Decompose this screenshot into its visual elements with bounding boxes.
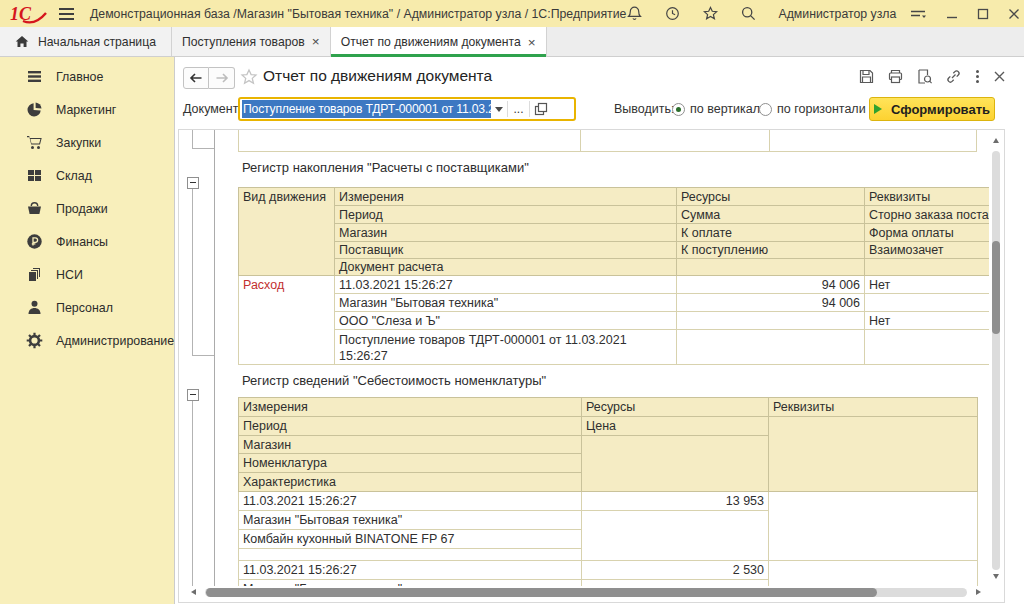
horizontal-scrollbar[interactable] — [179, 586, 989, 599]
vertical-scrollbar[interactable] — [989, 130, 1004, 586]
search-icon[interactable] — [740, 5, 757, 22]
person-icon — [26, 299, 43, 316]
document-value[interactable]: Поступление товаров ТДРТ-000001 от 11.03… — [242, 100, 491, 118]
open-document-icon[interactable] — [530, 102, 552, 116]
sidebar-item-prodazhi[interactable]: Продажи — [0, 192, 174, 225]
sidebar-item-administrirovanie[interactable]: Администрирование — [0, 324, 174, 357]
sidebar: Главное Маркетинг Закупки Склад Продажи … — [0, 57, 175, 604]
forward-button[interactable] — [209, 67, 235, 89]
sidebar-item-marketing[interactable]: Маркетинг — [0, 93, 174, 126]
horizontal-scroll-thumb[interactable] — [206, 588, 877, 597]
register1-table: Вид движения Измерения Ресурсы Реквизиты… — [238, 187, 989, 365]
sidebar-item-nsi[interactable]: НСИ — [0, 258, 174, 291]
register2-table: Измерения Ресурсы Реквизиты Период Цена … — [238, 397, 978, 586]
tab-home[interactable]: Начальная страница — [0, 27, 172, 57]
minimize-button[interactable] — [946, 8, 958, 20]
scroll-right-icon[interactable] — [976, 589, 981, 595]
group-collapse-button[interactable] — [187, 389, 199, 401]
close-form-icon[interactable] — [993, 70, 1006, 83]
radio-horizontal-label[interactable]: по горизонтали — [777, 102, 866, 116]
menu-lines-icon — [26, 68, 43, 85]
history-icon[interactable] — [664, 5, 681, 22]
1c-logo-icon: 1С — [9, 2, 47, 26]
radio-vertical-label[interactable]: по вертикали — [690, 102, 767, 116]
tab-close-icon[interactable]: × — [528, 35, 536, 50]
link-icon[interactable] — [945, 68, 962, 85]
gear-icon — [26, 332, 43, 349]
print-icon[interactable] — [887, 68, 904, 85]
sidebar-item-zakupki[interactable]: Закупки — [0, 126, 174, 159]
sidebar-item-personal[interactable]: Персонал — [0, 291, 174, 324]
sidebar-item-glavnoe[interactable]: Главное — [0, 60, 174, 93]
scroll-up-icon[interactable] — [993, 138, 999, 143]
tab-bar: Начальная страница Поступления товаров ×… — [0, 27, 1024, 57]
generate-button[interactable]: Сформировать — [869, 97, 995, 121]
choose-button[interactable]: ... — [508, 104, 529, 114]
report-cells: Регистр накопления "Расчеты с поставщика… — [179, 130, 989, 586]
form-title: Отчет по движениям документа — [263, 67, 492, 85]
main-menu-icon[interactable] — [59, 8, 74, 20]
service-menu-icon[interactable] — [909, 5, 927, 22]
document-label: Документ: — [183, 102, 242, 116]
document-field[interactable]: Поступление товаров ТДРТ-000001 от 11.03… — [238, 97, 576, 121]
tab-bar-space — [547, 27, 1024, 57]
tab-label: Поступления товаров — [182, 35, 305, 49]
tab-otchet[interactable]: Отчет по движениям документа × — [331, 27, 547, 57]
more-actions-icon[interactable] — [974, 68, 981, 85]
boxes-icon — [26, 167, 43, 184]
group-collapse-button[interactable] — [187, 177, 199, 189]
output-label: Выводить: — [614, 102, 675, 116]
home-icon — [15, 35, 29, 48]
report-viewport: Регистр накопления "Расчеты с поставщика… — [178, 129, 1005, 603]
back-button[interactable] — [183, 67, 209, 89]
play-icon — [874, 104, 882, 114]
radio-vertical[interactable] — [672, 103, 685, 116]
preview-icon[interactable] — [916, 68, 933, 85]
main-area: Отчет по движениям документа — [175, 57, 1024, 604]
scrolled-table-remnant — [238, 130, 977, 152]
sidebar-item-sklad[interactable]: Склад — [0, 159, 174, 192]
favorites-star-icon[interactable] — [702, 5, 719, 22]
books-icon — [26, 266, 43, 283]
window-title: Демонстрационная база /Магазин "Бытовая … — [90, 7, 626, 21]
tab-home-label: Начальная страница — [38, 35, 156, 49]
register1-title: Регистр накопления "Расчеты с поставщика… — [242, 160, 529, 175]
window-titlebar: 1С Демонстрационная база /Магазин "Бытов… — [0, 0, 1024, 27]
vertical-scroll-track[interactable] — [992, 151, 1000, 570]
tab-label: Отчет по движениям документа — [341, 35, 521, 49]
pie-chart-icon — [26, 101, 43, 118]
sidebar-item-finansy[interactable]: Финансы — [0, 225, 174, 258]
vertical-scroll-thumb[interactable] — [992, 241, 1000, 334]
current-user[interactable]: Администратор узла — [778, 7, 896, 21]
tab-postupleniya[interactable]: Поступления товаров × — [172, 27, 331, 57]
shopping-cart-icon — [26, 134, 43, 151]
tab-close-icon[interactable]: × — [312, 34, 320, 49]
scroll-down-icon[interactable] — [993, 574, 999, 579]
basket-icon — [26, 200, 43, 217]
ruble-circle-icon — [26, 233, 43, 250]
save-icon[interactable] — [858, 68, 875, 85]
notifications-bell-icon[interactable] — [626, 5, 643, 22]
dropdown-icon[interactable] — [491, 107, 507, 112]
radio-horizontal[interactable] — [759, 103, 772, 116]
svg-text:1С: 1С — [10, 4, 32, 24]
scroll-left-icon[interactable] — [191, 589, 196, 595]
register2-title: Регистр сведений "Себестоимость номенкла… — [242, 373, 546, 388]
close-window-button[interactable] — [1008, 8, 1020, 20]
favorite-star-icon[interactable] — [240, 68, 258, 86]
maximize-button[interactable] — [977, 8, 989, 20]
